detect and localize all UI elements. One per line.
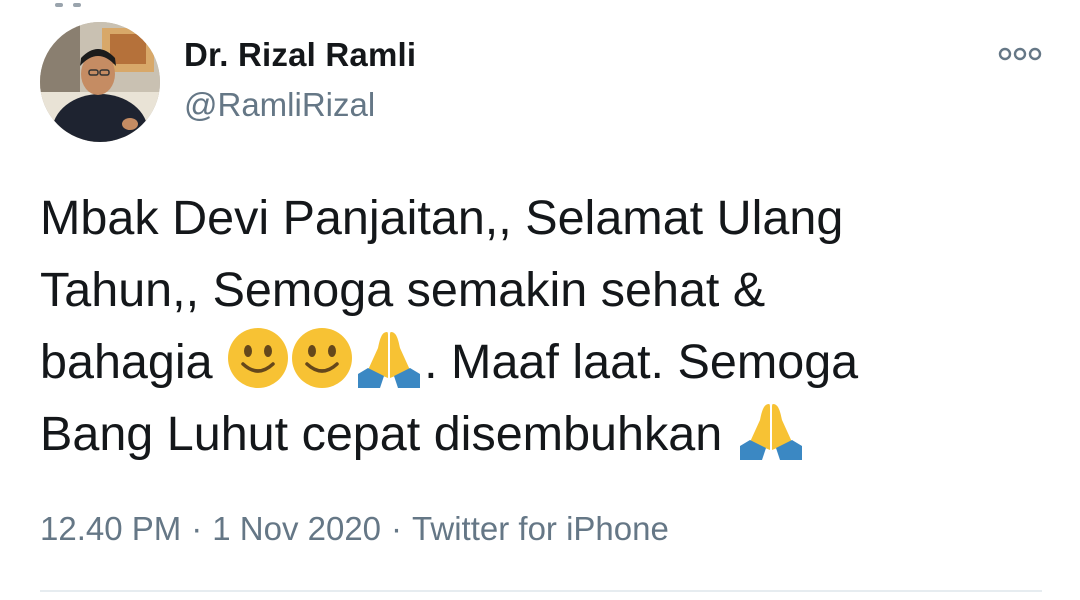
meta-separator: ·: [191, 510, 203, 547]
slightly-smiling-face-icon: [292, 328, 353, 388]
tweet-date[interactable]: 1 Nov 2020: [212, 510, 381, 547]
previous-tweet-remnant: [55, 0, 135, 7]
slightly-smiling-face-icon: [228, 328, 289, 388]
tweet-source-link[interactable]: Twitter for iPhone: [412, 510, 669, 547]
tweet-line-3-start: bahagia: [40, 335, 213, 389]
tweet-line-4: Bang Luhut cepat disembuhkan: [40, 407, 723, 461]
tweet-metadata: 12.40 PM · 1 Nov 2020 · Twitter for iPhone: [40, 510, 669, 548]
tweet-line-1: Mbak Devi Panjaitan,, Selamat Ulang: [40, 191, 844, 245]
more-options-button[interactable]: [996, 40, 1044, 68]
meta-separator: ·: [391, 510, 403, 547]
folded-hands-icon: [358, 332, 421, 388]
tweet-line-3-mid: . Maaf laat. Semoga: [424, 335, 859, 389]
tweet-time[interactable]: 12.40 PM: [40, 510, 181, 547]
folded-hands-icon: [739, 404, 802, 460]
tweet-line-2: Tahun,, Semoga semakin sehat &: [40, 263, 766, 317]
remnant-mark: [73, 3, 81, 7]
author-name[interactable]: Dr. Rizal Ramli: [184, 36, 416, 74]
more-dots-icon: [998, 47, 1042, 61]
tweet-text: Mbak Devi Panjaitan,, Selamat Ulang Tahu…: [40, 182, 1040, 470]
remnant-mark: [55, 3, 63, 7]
divider: [40, 590, 1042, 592]
author-handle[interactable]: @RamliRizal: [184, 86, 375, 124]
avatar[interactable]: [40, 22, 160, 142]
